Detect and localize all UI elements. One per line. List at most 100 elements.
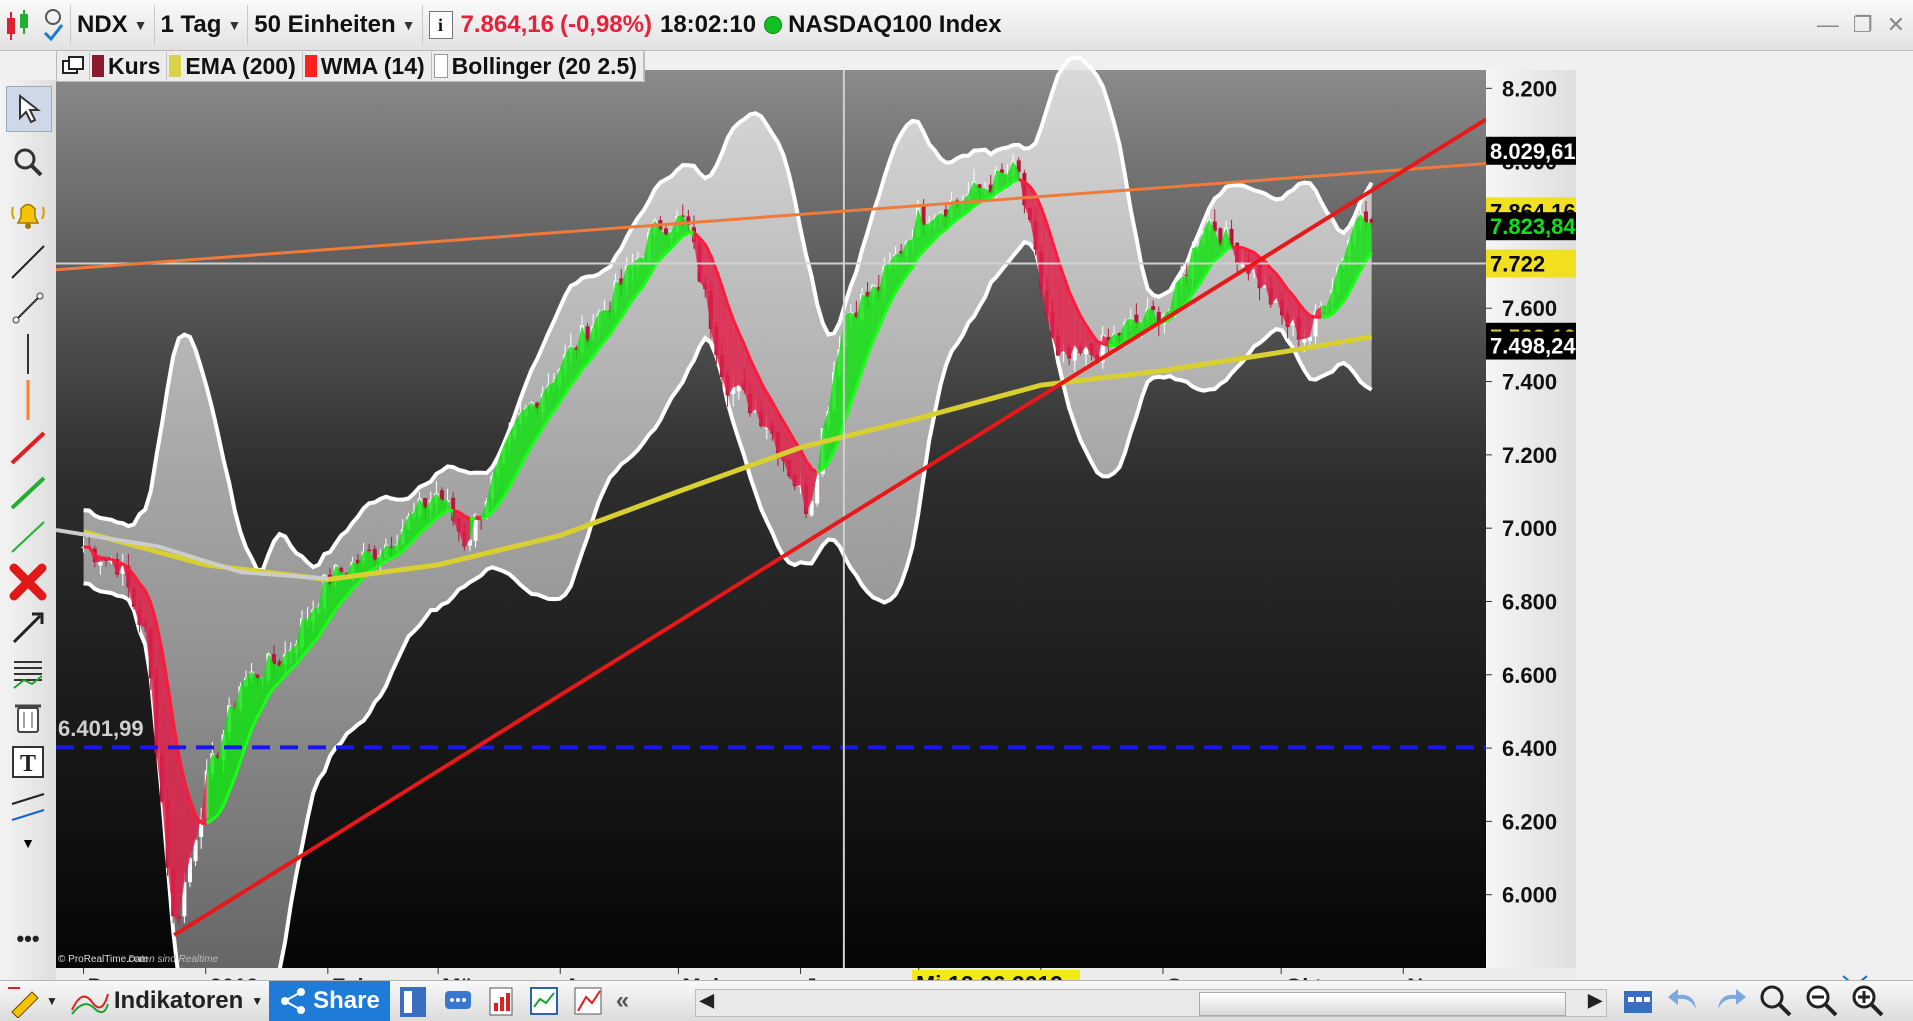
price-tick-label: 7.000 bbox=[1502, 516, 1557, 541]
window-controls: — ❐ ✕ bbox=[1817, 12, 1905, 38]
segment-tool[interactable] bbox=[6, 286, 50, 330]
close-icon[interactable]: ✕ bbox=[1887, 12, 1905, 38]
chevron-down-icon: ▼ bbox=[227, 17, 241, 33]
green-line-tool[interactable] bbox=[6, 470, 50, 514]
scroll-left-icon[interactable]: ◀ bbox=[700, 990, 714, 1011]
wma-line bbox=[453, 510, 459, 512]
vertical-line-tool[interactable] bbox=[6, 332, 50, 422]
alert-bell-icon bbox=[10, 197, 46, 231]
level-label-text: 6.401,99 bbox=[58, 716, 144, 741]
units-text: 50 Einheiten bbox=[254, 11, 395, 39]
zoom-fit-icon[interactable] bbox=[1758, 983, 1794, 1017]
time-scrollbar[interactable]: ◀ ▶ bbox=[695, 989, 1607, 1017]
legend-item-ema[interactable]: EMA (200) bbox=[167, 52, 302, 80]
wma-fill bbox=[212, 753, 218, 819]
price-tick-label: 6.200 bbox=[1502, 809, 1557, 834]
chat-icon bbox=[442, 985, 474, 1017]
chat-button[interactable] bbox=[436, 982, 480, 1020]
bottom-right-tools bbox=[1620, 983, 1886, 1017]
trash-icon bbox=[12, 698, 44, 734]
units-selector[interactable]: 50 Einheiten▼ bbox=[248, 5, 422, 45]
svg-text:T: T bbox=[20, 751, 36, 777]
legend-toggle[interactable] bbox=[57, 52, 90, 80]
green-line-icon bbox=[10, 474, 46, 510]
zoom-in-icon[interactable] bbox=[1850, 983, 1886, 1017]
info-icon[interactable]: i bbox=[429, 11, 453, 39]
screener-icon bbox=[528, 985, 560, 1017]
indicators-button[interactable]: Indikatoren ▼ bbox=[64, 982, 269, 1020]
toolbar-scroll-down[interactable]: ▼ bbox=[6, 830, 50, 856]
screener-button[interactable] bbox=[522, 982, 566, 1020]
arrow-tool[interactable] bbox=[6, 606, 50, 650]
price-chart[interactable]: 8.2008.0007.6007.4007.2007.0006.8006.600… bbox=[56, 50, 1913, 1020]
channel-icon bbox=[10, 790, 46, 826]
legend-item-kurs[interactable]: Kurs bbox=[90, 52, 167, 80]
share-button[interactable]: Share bbox=[269, 981, 390, 1021]
candle-body bbox=[1134, 315, 1138, 323]
instrument-search-button[interactable] bbox=[36, 5, 71, 45]
report-icon bbox=[486, 985, 516, 1017]
price-tag-label: 7.823,84 bbox=[1490, 214, 1576, 239]
segment-icon bbox=[10, 290, 46, 326]
draw-menu-button[interactable]: ▼ bbox=[0, 982, 64, 1020]
undo-icon[interactable] bbox=[1666, 983, 1702, 1017]
delete-icon bbox=[8, 562, 48, 602]
level-label: 6.401,99 bbox=[58, 716, 144, 741]
legend-item-bollinger[interactable]: Bollinger (20 2.5) bbox=[432, 52, 644, 80]
report-button[interactable] bbox=[480, 982, 522, 1020]
red-line-tool[interactable] bbox=[6, 425, 50, 469]
link-check-icon bbox=[40, 7, 66, 43]
price-tick-label: 7.200 bbox=[1502, 443, 1557, 468]
nav-back-button[interactable]: « bbox=[610, 982, 635, 1020]
symbol-selector[interactable]: NDX▼ bbox=[71, 5, 155, 45]
legend-label: Kurs bbox=[108, 53, 160, 80]
calendar-icon[interactable] bbox=[1620, 983, 1656, 1017]
chevron-down-icon: ▼ bbox=[134, 17, 148, 33]
wma-fill bbox=[1237, 247, 1243, 264]
alert-tool[interactable] bbox=[6, 192, 50, 236]
wma-fill bbox=[1321, 305, 1327, 317]
trash-tool[interactable] bbox=[6, 694, 50, 738]
text-tool[interactable]: T bbox=[6, 740, 50, 784]
zoom-out-icon[interactable] bbox=[1804, 983, 1840, 1017]
chevron-down-icon: ▼ bbox=[251, 994, 263, 1008]
minimize-icon[interactable]: — bbox=[1817, 12, 1839, 38]
scroll-thumb[interactable] bbox=[1199, 992, 1566, 1016]
wma-line bbox=[100, 558, 106, 559]
trading-button[interactable] bbox=[566, 982, 610, 1020]
layout-button[interactable] bbox=[390, 982, 436, 1020]
wma-line bbox=[1310, 316, 1316, 317]
chevron-down-icon: ▼ bbox=[21, 835, 35, 851]
zoom-tool[interactable] bbox=[6, 140, 50, 184]
delete-tool[interactable] bbox=[6, 560, 50, 604]
share-label: Share bbox=[313, 987, 380, 1015]
channel-tool[interactable] bbox=[6, 786, 50, 830]
price-change: (-0,98%) bbox=[560, 11, 652, 39]
wma-swatch bbox=[305, 55, 317, 77]
timeframe-selector[interactable]: 1 Tag▼ bbox=[155, 5, 249, 45]
legend-item-wma[interactable]: WMA (14) bbox=[303, 52, 432, 80]
quote-info: i 7.864,16 (-0,98%) 18:02:10 NASDAQ100 I… bbox=[423, 5, 1008, 45]
legend-label: Bollinger (20 2.5) bbox=[452, 53, 637, 80]
line-icon bbox=[10, 244, 46, 280]
chart-type-button[interactable] bbox=[0, 5, 36, 45]
fibonacci-tool[interactable] bbox=[6, 650, 50, 694]
restore-icon[interactable]: ❐ bbox=[1853, 12, 1873, 38]
redo-icon[interactable] bbox=[1712, 983, 1748, 1017]
price-tag-label: 7.498,24 bbox=[1490, 334, 1576, 359]
drawing-toolbar: T ▼ ••• bbox=[0, 80, 57, 980]
cursor-tool[interactable] bbox=[6, 86, 52, 132]
wma-line bbox=[1103, 344, 1109, 346]
double-chevron-left-icon: « bbox=[616, 987, 629, 1015]
bollinger-swatch bbox=[434, 54, 448, 78]
green-line-2-tool[interactable] bbox=[6, 514, 50, 558]
pencil-icon bbox=[6, 984, 46, 1018]
scroll-right-icon[interactable]: ▶ bbox=[1588, 990, 1602, 1011]
wma-line bbox=[1248, 250, 1254, 252]
chevron-down-icon: ▼ bbox=[46, 994, 58, 1008]
line-tool[interactable] bbox=[6, 240, 50, 284]
wma-line bbox=[84, 547, 90, 548]
indicators-label: Indikatoren bbox=[114, 987, 243, 1015]
more-tools-button[interactable]: ••• bbox=[6, 926, 50, 952]
price-tag-label: 7.722 bbox=[1490, 252, 1545, 277]
